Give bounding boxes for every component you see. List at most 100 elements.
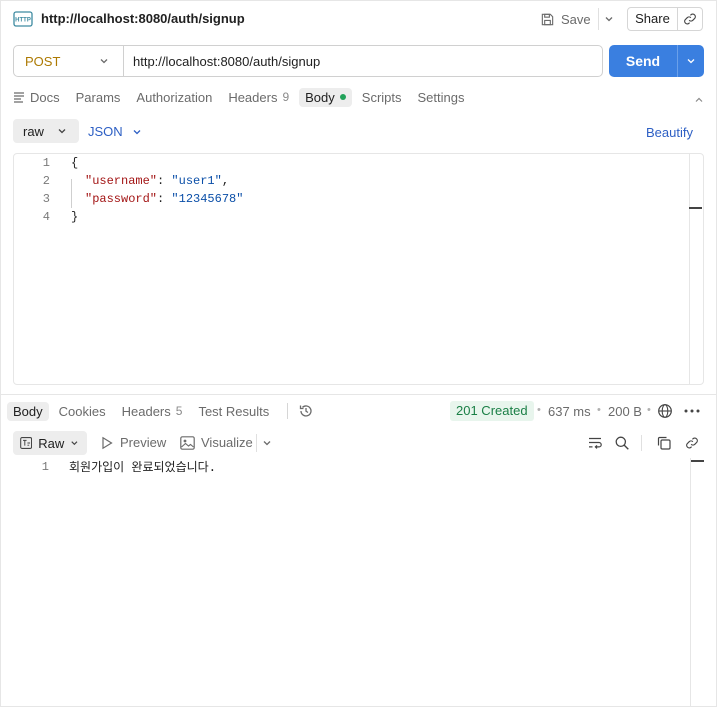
tab-authorization[interactable]: Authorization bbox=[136, 90, 212, 105]
more-options-icon[interactable] bbox=[684, 408, 700, 414]
code-line: 3 bbox=[14, 190, 50, 208]
meta-separator: • bbox=[537, 404, 541, 416]
tab-label: Body bbox=[13, 403, 43, 419]
save-button[interactable]: Save bbox=[540, 8, 591, 30]
svg-text:HTTP: HTTP bbox=[15, 18, 31, 24]
meta-separator: • bbox=[647, 404, 651, 416]
json-key: "password" bbox=[85, 192, 158, 206]
tab-separator bbox=[287, 403, 289, 419]
pane-divider[interactable] bbox=[0, 394, 717, 395]
visualize-button[interactable]: Visualize bbox=[180, 435, 253, 450]
tab-cookies[interactable]: Cookies bbox=[59, 404, 106, 419]
status-badge[interactable]: 201 Created bbox=[450, 401, 534, 421]
line-number: 3 bbox=[42, 192, 50, 206]
docs-icon bbox=[14, 92, 24, 103]
json-value: "user1" bbox=[171, 174, 222, 188]
preview-label: Preview bbox=[120, 435, 167, 450]
request-tabs: Docs Params Authorization Headers 9 Body… bbox=[13, 86, 481, 108]
tab-label: Params bbox=[75, 89, 121, 105]
globe-icon[interactable] bbox=[657, 403, 673, 419]
chevron-down-icon bbox=[71, 441, 78, 446]
response-format-select[interactable]: Raw bbox=[13, 431, 87, 455]
chevron-down-icon bbox=[605, 17, 612, 22]
request-body-editor[interactable]: 1 { 2 "username": "user1", 3 "password":… bbox=[13, 153, 704, 385]
body-language-label: JSON bbox=[88, 124, 123, 139]
tab-label: Cookies bbox=[58, 403, 106, 419]
response-time[interactable]: 637 ms bbox=[548, 404, 591, 419]
link-icon[interactable] bbox=[683, 434, 701, 452]
json-punct: , bbox=[221, 174, 230, 188]
meta-separator: • bbox=[597, 404, 601, 416]
code-text: } bbox=[71, 210, 79, 224]
tab-body[interactable]: Body bbox=[299, 87, 352, 107]
response-body-viewer[interactable]: 1 회원가입이 완료되었습니다. bbox=[0, 458, 717, 707]
code-line: 2 bbox=[14, 172, 50, 190]
tab-label: Docs bbox=[30, 89, 60, 105]
tab-response-headers[interactable]: Headers 5 bbox=[122, 404, 183, 419]
copy-link-button[interactable] bbox=[678, 12, 702, 26]
copy-icon[interactable] bbox=[655, 434, 673, 452]
history-icon[interactable] bbox=[298, 403, 314, 419]
code-text: "username": "user1", bbox=[85, 174, 230, 188]
chevron-down-icon bbox=[263, 441, 270, 446]
toolbar-separator bbox=[641, 435, 642, 451]
response-scrollbar[interactable] bbox=[690, 458, 704, 707]
request-title[interactable]: http://localhost:8080/auth/signup bbox=[41, 11, 245, 26]
chevron-down-icon bbox=[687, 59, 695, 64]
body-mode-label: raw bbox=[23, 123, 44, 139]
image-icon bbox=[180, 435, 195, 450]
preview-button[interactable]: Preview bbox=[100, 435, 166, 450]
tab-label: Settings bbox=[417, 89, 465, 105]
code-text: "password": "12345678" bbox=[85, 192, 244, 206]
tab-label: Headers bbox=[121, 403, 171, 419]
search-icon[interactable] bbox=[613, 434, 631, 452]
headers-count: 9 bbox=[282, 90, 290, 104]
tab-params[interactable]: Params bbox=[76, 90, 121, 105]
body-mode-select[interactable]: raw bbox=[13, 119, 79, 143]
visualize-label: Visualize bbox=[201, 435, 253, 450]
body-indicator-dot bbox=[339, 94, 346, 100]
response-size[interactable]: 200 B bbox=[608, 404, 642, 419]
line-number: 1 bbox=[42, 156, 50, 170]
tab-response-body[interactable]: Body bbox=[7, 401, 49, 421]
tab-settings[interactable]: Settings bbox=[418, 90, 465, 105]
code-line: 4 bbox=[14, 208, 50, 226]
indent-guide bbox=[71, 179, 72, 208]
method-select[interactable]: POST bbox=[14, 46, 124, 76]
share-button[interactable]: Share bbox=[628, 8, 678, 30]
send-button-group: Send bbox=[609, 45, 704, 77]
tab-docs[interactable]: Docs bbox=[13, 90, 60, 105]
http-icon: HTTP bbox=[13, 11, 33, 27]
scrollbar-thumb[interactable] bbox=[691, 460, 704, 462]
chevron-down-icon bbox=[100, 59, 108, 64]
line-number: 4 bbox=[42, 210, 50, 224]
json-key: "username" bbox=[85, 174, 158, 188]
send-button[interactable]: Send bbox=[609, 45, 678, 77]
tab-label: Headers bbox=[228, 89, 278, 105]
send-options-button[interactable] bbox=[678, 45, 704, 77]
tab-test-results[interactable]: Test Results bbox=[198, 404, 269, 419]
wrap-lines-icon[interactable] bbox=[586, 434, 604, 452]
scrollbar-thumb[interactable] bbox=[689, 207, 702, 209]
code-line: 1 bbox=[14, 154, 50, 172]
code-text: { bbox=[71, 156, 79, 170]
response-headers-count: 5 bbox=[175, 404, 183, 418]
beautify-button[interactable]: Beautify bbox=[646, 125, 693, 140]
share-group: Share bbox=[627, 7, 703, 31]
visualize-options-button[interactable] bbox=[256, 434, 276, 452]
url-bar: POST bbox=[13, 45, 603, 77]
chevron-down-icon bbox=[133, 129, 141, 134]
tab-label: Authorization bbox=[136, 89, 213, 105]
chevron-up-icon[interactable] bbox=[694, 95, 704, 105]
url-input[interactable] bbox=[124, 53, 602, 69]
response-tabs: Body Cookies Headers 5 Test Results bbox=[7, 400, 314, 422]
save-icon bbox=[541, 13, 554, 25]
editor-scrollbar[interactable] bbox=[689, 154, 703, 384]
line-number: 2 bbox=[42, 174, 50, 188]
tab-scripts[interactable]: Scripts bbox=[362, 90, 402, 105]
tab-headers[interactable]: Headers 9 bbox=[228, 90, 289, 105]
body-language-select[interactable]: JSON bbox=[88, 124, 142, 139]
tab-label: Body bbox=[305, 89, 335, 105]
raw-text-icon bbox=[20, 437, 33, 449]
save-options-button[interactable] bbox=[598, 8, 618, 30]
